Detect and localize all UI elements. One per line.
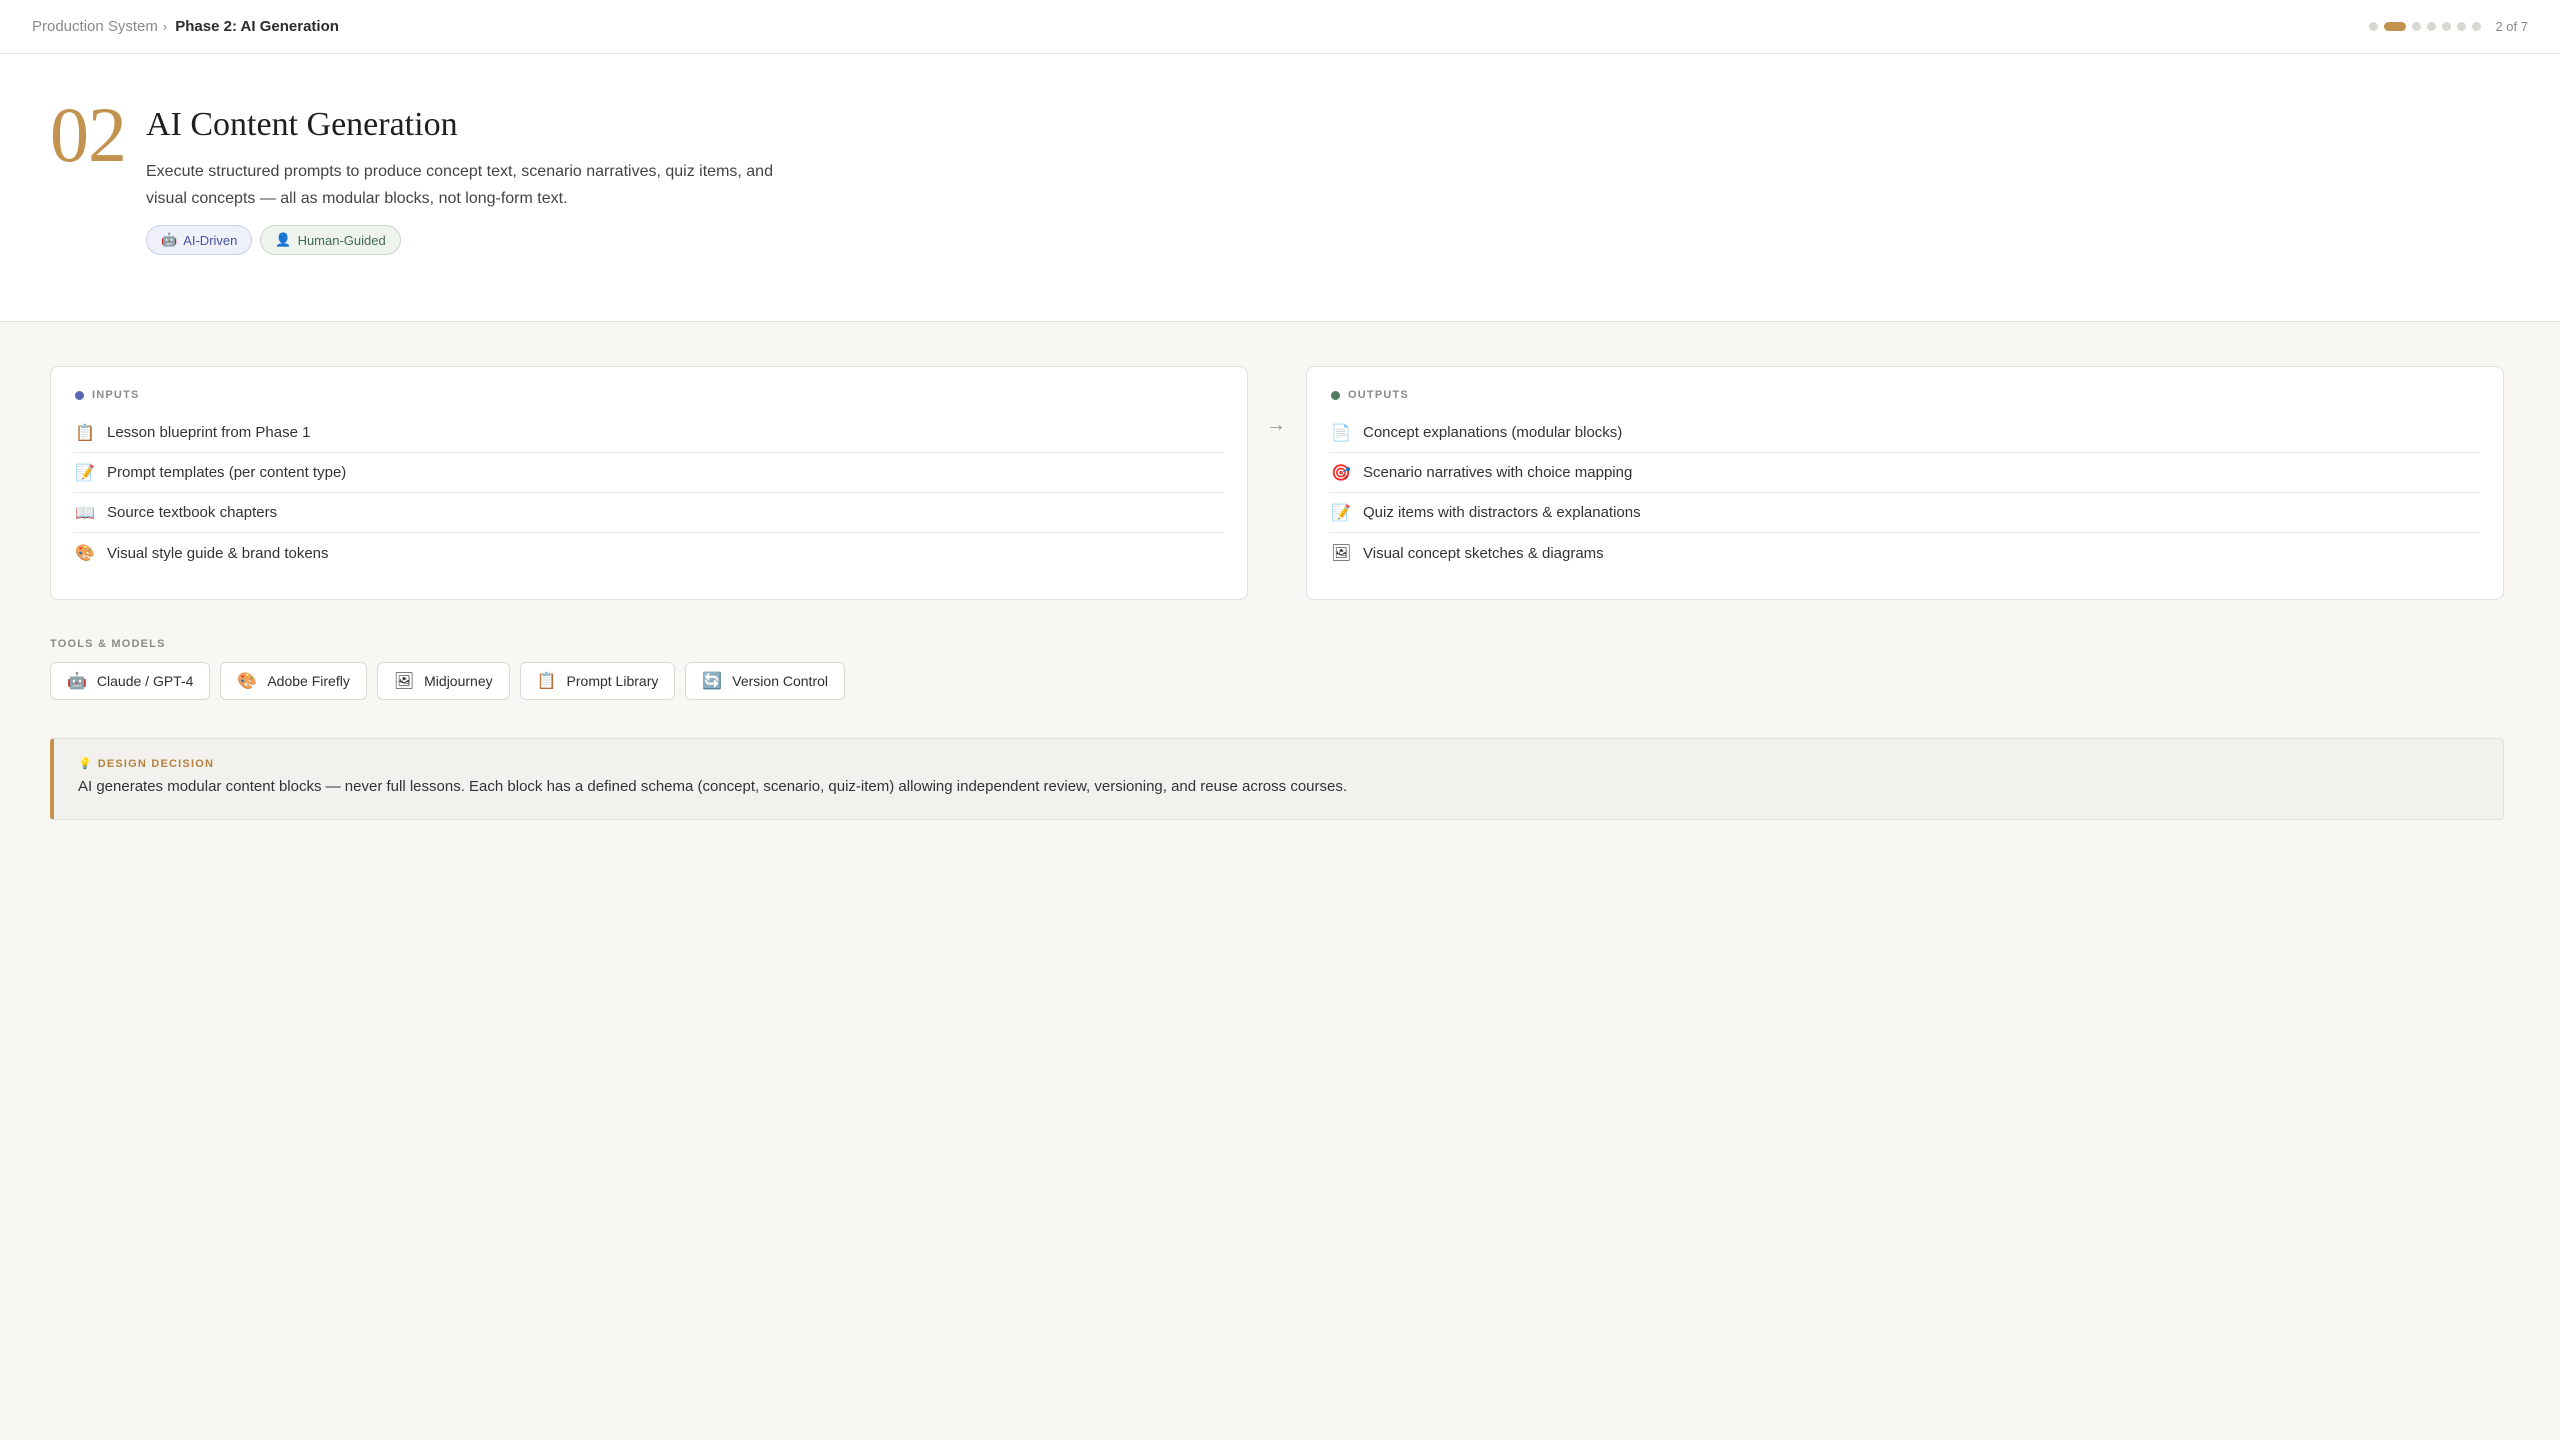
input-item-label: Source textbook chapters xyxy=(107,504,278,521)
progress-label: 2 of 7 xyxy=(2495,19,2528,34)
tools-section-label: TOOLS & MODELS xyxy=(50,638,166,650)
inputs-header: INPUTS xyxy=(75,389,1223,401)
top-bar: Production System › Phase 2: AI Generati… xyxy=(0,0,2560,54)
palette-icon: 🎨 xyxy=(75,545,95,562)
tool-chip-claude-gpt4[interactable]: 🤖 Claude / GPT-4 xyxy=(50,662,211,700)
robot-icon: 🤖 xyxy=(67,673,87,690)
phase-progress: 2 of 7 xyxy=(2369,19,2528,34)
tool-label: Adobe Firefly xyxy=(267,673,350,689)
memo-icon: 📝 xyxy=(75,464,95,482)
output-item-label: Visual concept sketches & diagrams xyxy=(1363,544,1604,562)
page-title: AI Content Generation xyxy=(146,106,458,143)
phase-header: 02 AI Content Generation Execute structu… xyxy=(0,54,2560,322)
inputs-label: INPUTS xyxy=(92,389,140,401)
progress-dot-6[interactable] xyxy=(2457,22,2467,31)
tool-label: Claude / GPT-4 xyxy=(96,673,194,689)
tool-label: Prompt Library xyxy=(566,673,659,689)
tag-human-guided: 👤 Human-Guided xyxy=(260,225,401,255)
outputs-dot xyxy=(1331,390,1340,400)
outputs-header: OUTPUTS xyxy=(1331,389,2479,401)
breadcrumb-current: Phase 2: AI Generation xyxy=(175,18,339,35)
lightbulb-icon: 💡 xyxy=(78,758,92,770)
palette-icon: 🎨 xyxy=(237,673,258,690)
tool-label: Midjourney xyxy=(424,673,493,689)
tools-list: 🤖 Claude / GPT-4 🎨 Adobe Firefly 🖼 Midjo… xyxy=(50,662,845,700)
decision-header: 💡 DESIGN DECISION xyxy=(78,757,2479,771)
design-decision-callout: 💡 DESIGN DECISION AI generates modular c… xyxy=(50,738,2504,820)
decision-text: AI generates modular content blocks — ne… xyxy=(78,778,1348,795)
phase-number: 02 xyxy=(50,91,127,178)
input-item: 🎨 Visual style guide & brand tokens xyxy=(75,533,1223,573)
input-item-label: Prompt templates (per content type) xyxy=(107,464,347,481)
outputs-panel: OUTPUTS 📄 Concept explanations (modular … xyxy=(1306,366,2504,600)
document-icon: 📄 xyxy=(1331,424,1351,442)
output-item: 📝 Quiz items with distractors & explanat… xyxy=(1331,493,2479,533)
tag-ai-driven: 🤖 AI-Driven xyxy=(146,225,253,255)
input-item: 📖 Source textbook chapters xyxy=(75,493,1223,533)
tool-chip-version-control[interactable]: 🔄 Version Control xyxy=(685,662,845,700)
input-item: 📋 Lesson blueprint from Phase 1 xyxy=(75,413,1223,453)
phase-tags: 🤖 AI-Driven 👤 Human-Guided xyxy=(146,225,401,255)
tool-chip-prompt-library[interactable]: 📋 Prompt Library xyxy=(519,662,676,700)
person-icon: 👤 xyxy=(275,232,292,247)
inputs-panel: INPUTS 📋 Lesson blueprint from Phase 1 📝… xyxy=(50,366,1248,600)
tag-label: Human-Guided xyxy=(297,232,386,248)
clipboard-icon: 📋 xyxy=(75,424,95,442)
picture-icon: 🖼 xyxy=(1331,545,1352,562)
arrow-right-icon: → xyxy=(1266,414,1286,436)
input-item-label: Visual style guide & brand tokens xyxy=(107,544,329,562)
tag-label: AI-Driven xyxy=(183,232,238,248)
refresh-icon: 🔄 xyxy=(702,673,723,690)
breadcrumb-separator: › xyxy=(162,19,168,34)
tool-label: Version Control xyxy=(732,673,828,689)
progress-dot-2[interactable] xyxy=(2384,22,2407,31)
memo-icon: 📝 xyxy=(1331,504,1351,522)
progress-dot-3[interactable] xyxy=(2412,22,2422,31)
progress-dot-7[interactable] xyxy=(2472,22,2482,31)
phase-description: Execute structured prompts to produce co… xyxy=(146,163,773,207)
output-item: 🎯 Scenario narratives with choice mappin… xyxy=(1331,453,2479,493)
output-item-label: Scenario narratives with choice mapping xyxy=(1363,464,1633,481)
output-item: 🖼 Visual concept sketches & diagrams xyxy=(1331,533,2479,573)
target-icon: 🎯 xyxy=(1331,464,1351,482)
progress-dot-1[interactable] xyxy=(2369,22,2379,31)
progress-dot-4[interactable] xyxy=(2427,22,2437,31)
breadcrumb-root[interactable]: Production System xyxy=(32,18,158,35)
tool-chip-adobe-firefly[interactable]: 🎨 Adobe Firefly xyxy=(220,662,367,700)
progress-dot-5[interactable] xyxy=(2442,22,2452,31)
breadcrumb: Production System › Phase 2: AI Generati… xyxy=(32,18,339,35)
picture-icon: 🖼 xyxy=(393,673,415,690)
inputs-dot xyxy=(75,390,84,400)
input-item: 📝 Prompt templates (per content type) xyxy=(75,453,1223,493)
tool-chip-midjourney[interactable]: 🖼 Midjourney xyxy=(376,662,510,700)
book-icon: 📖 xyxy=(75,504,95,522)
input-item-label: Lesson blueprint from Phase 1 xyxy=(107,424,311,441)
robot-icon: 🤖 xyxy=(161,232,178,247)
decision-label: DESIGN DECISION xyxy=(97,757,215,770)
output-item-label: Quiz items with distractors & explanatio… xyxy=(1363,504,1641,521)
clipboard-icon: 📋 xyxy=(536,673,557,690)
outputs-label: OUTPUTS xyxy=(1348,389,1409,401)
output-item: 📄 Concept explanations (modular blocks) xyxy=(1331,413,2479,453)
output-item-label: Concept explanations (modular blocks) xyxy=(1363,424,1623,441)
